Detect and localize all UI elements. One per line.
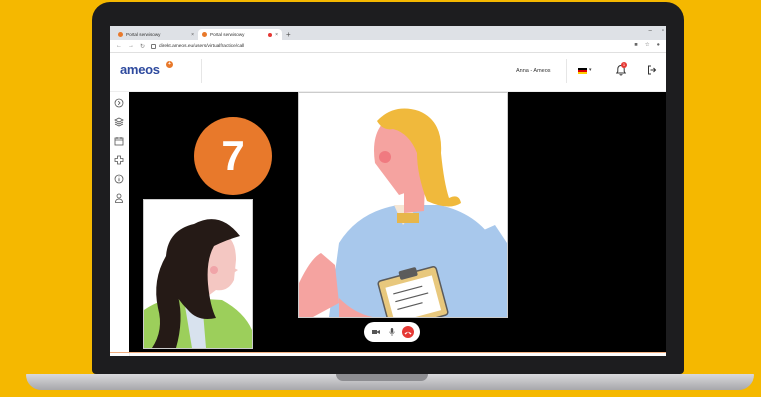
logout-icon[interactable]: [647, 65, 657, 75]
favicon-icon: [202, 32, 207, 37]
microphone-icon: [389, 328, 395, 336]
camera-button[interactable]: [370, 326, 382, 338]
notification-badge: 1: [621, 62, 627, 68]
reload-icon[interactable]: ↻: [140, 43, 145, 50]
step-number-badge: 7: [194, 117, 272, 195]
browser-tabbar: Portal serwisowy × Portal serwisowy × + …: [110, 26, 666, 40]
back-icon[interactable]: ←: [116, 43, 122, 50]
remote-video[interactable]: [298, 92, 508, 318]
camera-icon: [372, 330, 380, 334]
call-controls: [364, 322, 420, 342]
tab-label: Portal serwisowy: [210, 32, 245, 37]
laptop-screen: Portal serwisowy × Portal serwisowy × + …: [110, 26, 666, 356]
doctor-icon[interactable]: [114, 193, 124, 203]
ameos-logo[interactable]: ameos: [120, 62, 160, 77]
footer-divider: [110, 352, 666, 353]
calendar-icon[interactable]: [114, 136, 124, 146]
header-divider: [201, 59, 202, 83]
hang-up-icon: [404, 331, 412, 334]
minimize-icon[interactable]: –: [649, 28, 652, 34]
lock-icon: [151, 43, 157, 49]
address-bar: ← → ↻ direkt.ameos.eu/users/virtualfract…: [110, 40, 666, 53]
header-divider: [566, 59, 567, 83]
recording-icon: [268, 32, 273, 37]
app-header: ameos + Anna - Ameos ▾ 1: [110, 53, 666, 92]
language-dropdown-icon[interactable]: ▾: [589, 67, 592, 73]
new-tab-icon[interactable]: +: [286, 29, 291, 40]
camera-indicator-icon[interactable]: ■: [634, 42, 637, 48]
medical-cross-icon[interactable]: [114, 155, 124, 165]
profile-icon[interactable]: ●: [657, 42, 660, 48]
browser-tab-2[interactable]: Portal serwisowy ×: [198, 29, 282, 40]
url-field[interactable]: direkt.ameos.eu/users/virtualfractice/ca…: [151, 43, 245, 49]
maximize-icon[interactable]: ▫: [662, 28, 664, 34]
sidebar: [110, 92, 130, 356]
microphone-button[interactable]: [386, 326, 398, 338]
patient-illustration: [144, 219, 252, 348]
forward-icon[interactable]: →: [128, 43, 134, 50]
german-flag-icon[interactable]: [578, 68, 587, 74]
logo-badge-icon: +: [166, 61, 173, 68]
info-icon[interactable]: [114, 174, 124, 184]
user-name[interactable]: Anna - Ameos: [516, 68, 551, 74]
close-icon[interactable]: ×: [191, 32, 194, 38]
layers-icon[interactable]: [114, 117, 124, 127]
doctor-illustration: [299, 108, 507, 317]
window-controls: – ▫: [649, 28, 664, 34]
expand-icon[interactable]: [114, 98, 124, 108]
star-icon[interactable]: ☆: [645, 42, 650, 48]
browser-tab-1[interactable]: Portal serwisowy ×: [114, 29, 198, 40]
url-text: direkt.ameos.eu/users/virtualfractice/ca…: [159, 43, 245, 49]
close-icon[interactable]: ×: [275, 32, 278, 38]
favicon-icon: [118, 32, 123, 37]
tab-label: Portal serwisowy: [126, 32, 161, 37]
video-call-area: 7: [129, 92, 666, 352]
self-video[interactable]: [143, 199, 253, 349]
laptop-notch: [336, 374, 428, 381]
end-call-button[interactable]: [402, 326, 414, 338]
